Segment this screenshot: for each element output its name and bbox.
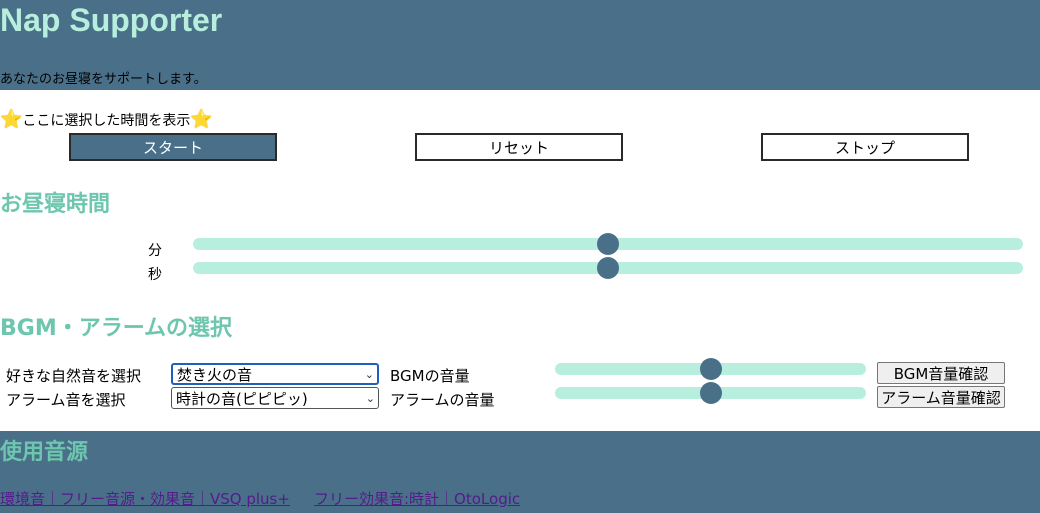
reset-button[interactable]: リセット <box>415 133 623 161</box>
minutes-slider[interactable] <box>193 233 1023 255</box>
bgm-alarm-heading: BGM・アラームの選択 <box>0 316 233 341</box>
alarm-sound-label: アラーム音を選択 <box>6 391 126 409</box>
seconds-slider[interactable] <box>193 257 1023 279</box>
sources-heading: 使用音源 <box>0 440 89 465</box>
alarm-volume-label: アラームの音量 <box>390 391 495 409</box>
chevron-down-icon: ⌄ <box>365 391 375 405</box>
alarm-volume-slider-thumb[interactable] <box>699 382 722 404</box>
alarm-volume-slider[interactable] <box>555 382 866 404</box>
nature-sound-label: 好きな自然音を選択 <box>6 367 142 385</box>
seconds-slider-thumb[interactable] <box>597 257 619 279</box>
bgm-volume-label: BGMの音量 <box>390 367 470 385</box>
star-icon: ⭐ <box>190 109 213 130</box>
source-link-otologic[interactable]: フリー効果音:時計｜OtoLogic <box>314 488 520 509</box>
nap-time-heading: お昼寝時間 <box>0 192 111 217</box>
nature-sound-selected: 焚き火の音 <box>177 365 253 384</box>
bgm-volume-slider-thumb[interactable] <box>699 358 722 380</box>
bgm-volume-slider[interactable] <box>555 358 866 380</box>
minutes-slider-thumb[interactable] <box>597 233 619 255</box>
bgm-volume-confirm-button[interactable]: BGM音量確認 <box>877 362 1005 384</box>
source-link-vsq[interactable]: 環境音｜フリー音源・効果音｜VSQ plus+ <box>0 488 290 509</box>
alarm-volume-confirm-button[interactable]: アラーム音量確認 <box>877 386 1005 408</box>
seconds-label: 秒 <box>148 267 162 283</box>
nature-sound-select[interactable]: 焚き火の音 ⌄ <box>171 363 379 385</box>
selected-time-display: ⭐ ここに選択した時間を表示 ⭐ <box>0 110 213 130</box>
selected-time-text: ここに選択した時間を表示 <box>22 113 191 129</box>
start-button[interactable]: スタート <box>69 133 277 161</box>
alarm-sound-select[interactable]: 時計の音(ピピピッ) ⌄ <box>171 387 379 409</box>
chevron-down-icon: ⌄ <box>364 367 374 381</box>
alarm-sound-selected: 時計の音(ピピピッ) <box>176 389 308 408</box>
app-title: Nap Supporter <box>0 2 223 38</box>
stop-button[interactable]: ストップ <box>761 133 969 161</box>
minutes-label: 分 <box>148 243 162 259</box>
star-icon: ⭐ <box>0 109 23 130</box>
app-subtitle: あなたのお昼寝をサポートします。 <box>0 72 207 87</box>
